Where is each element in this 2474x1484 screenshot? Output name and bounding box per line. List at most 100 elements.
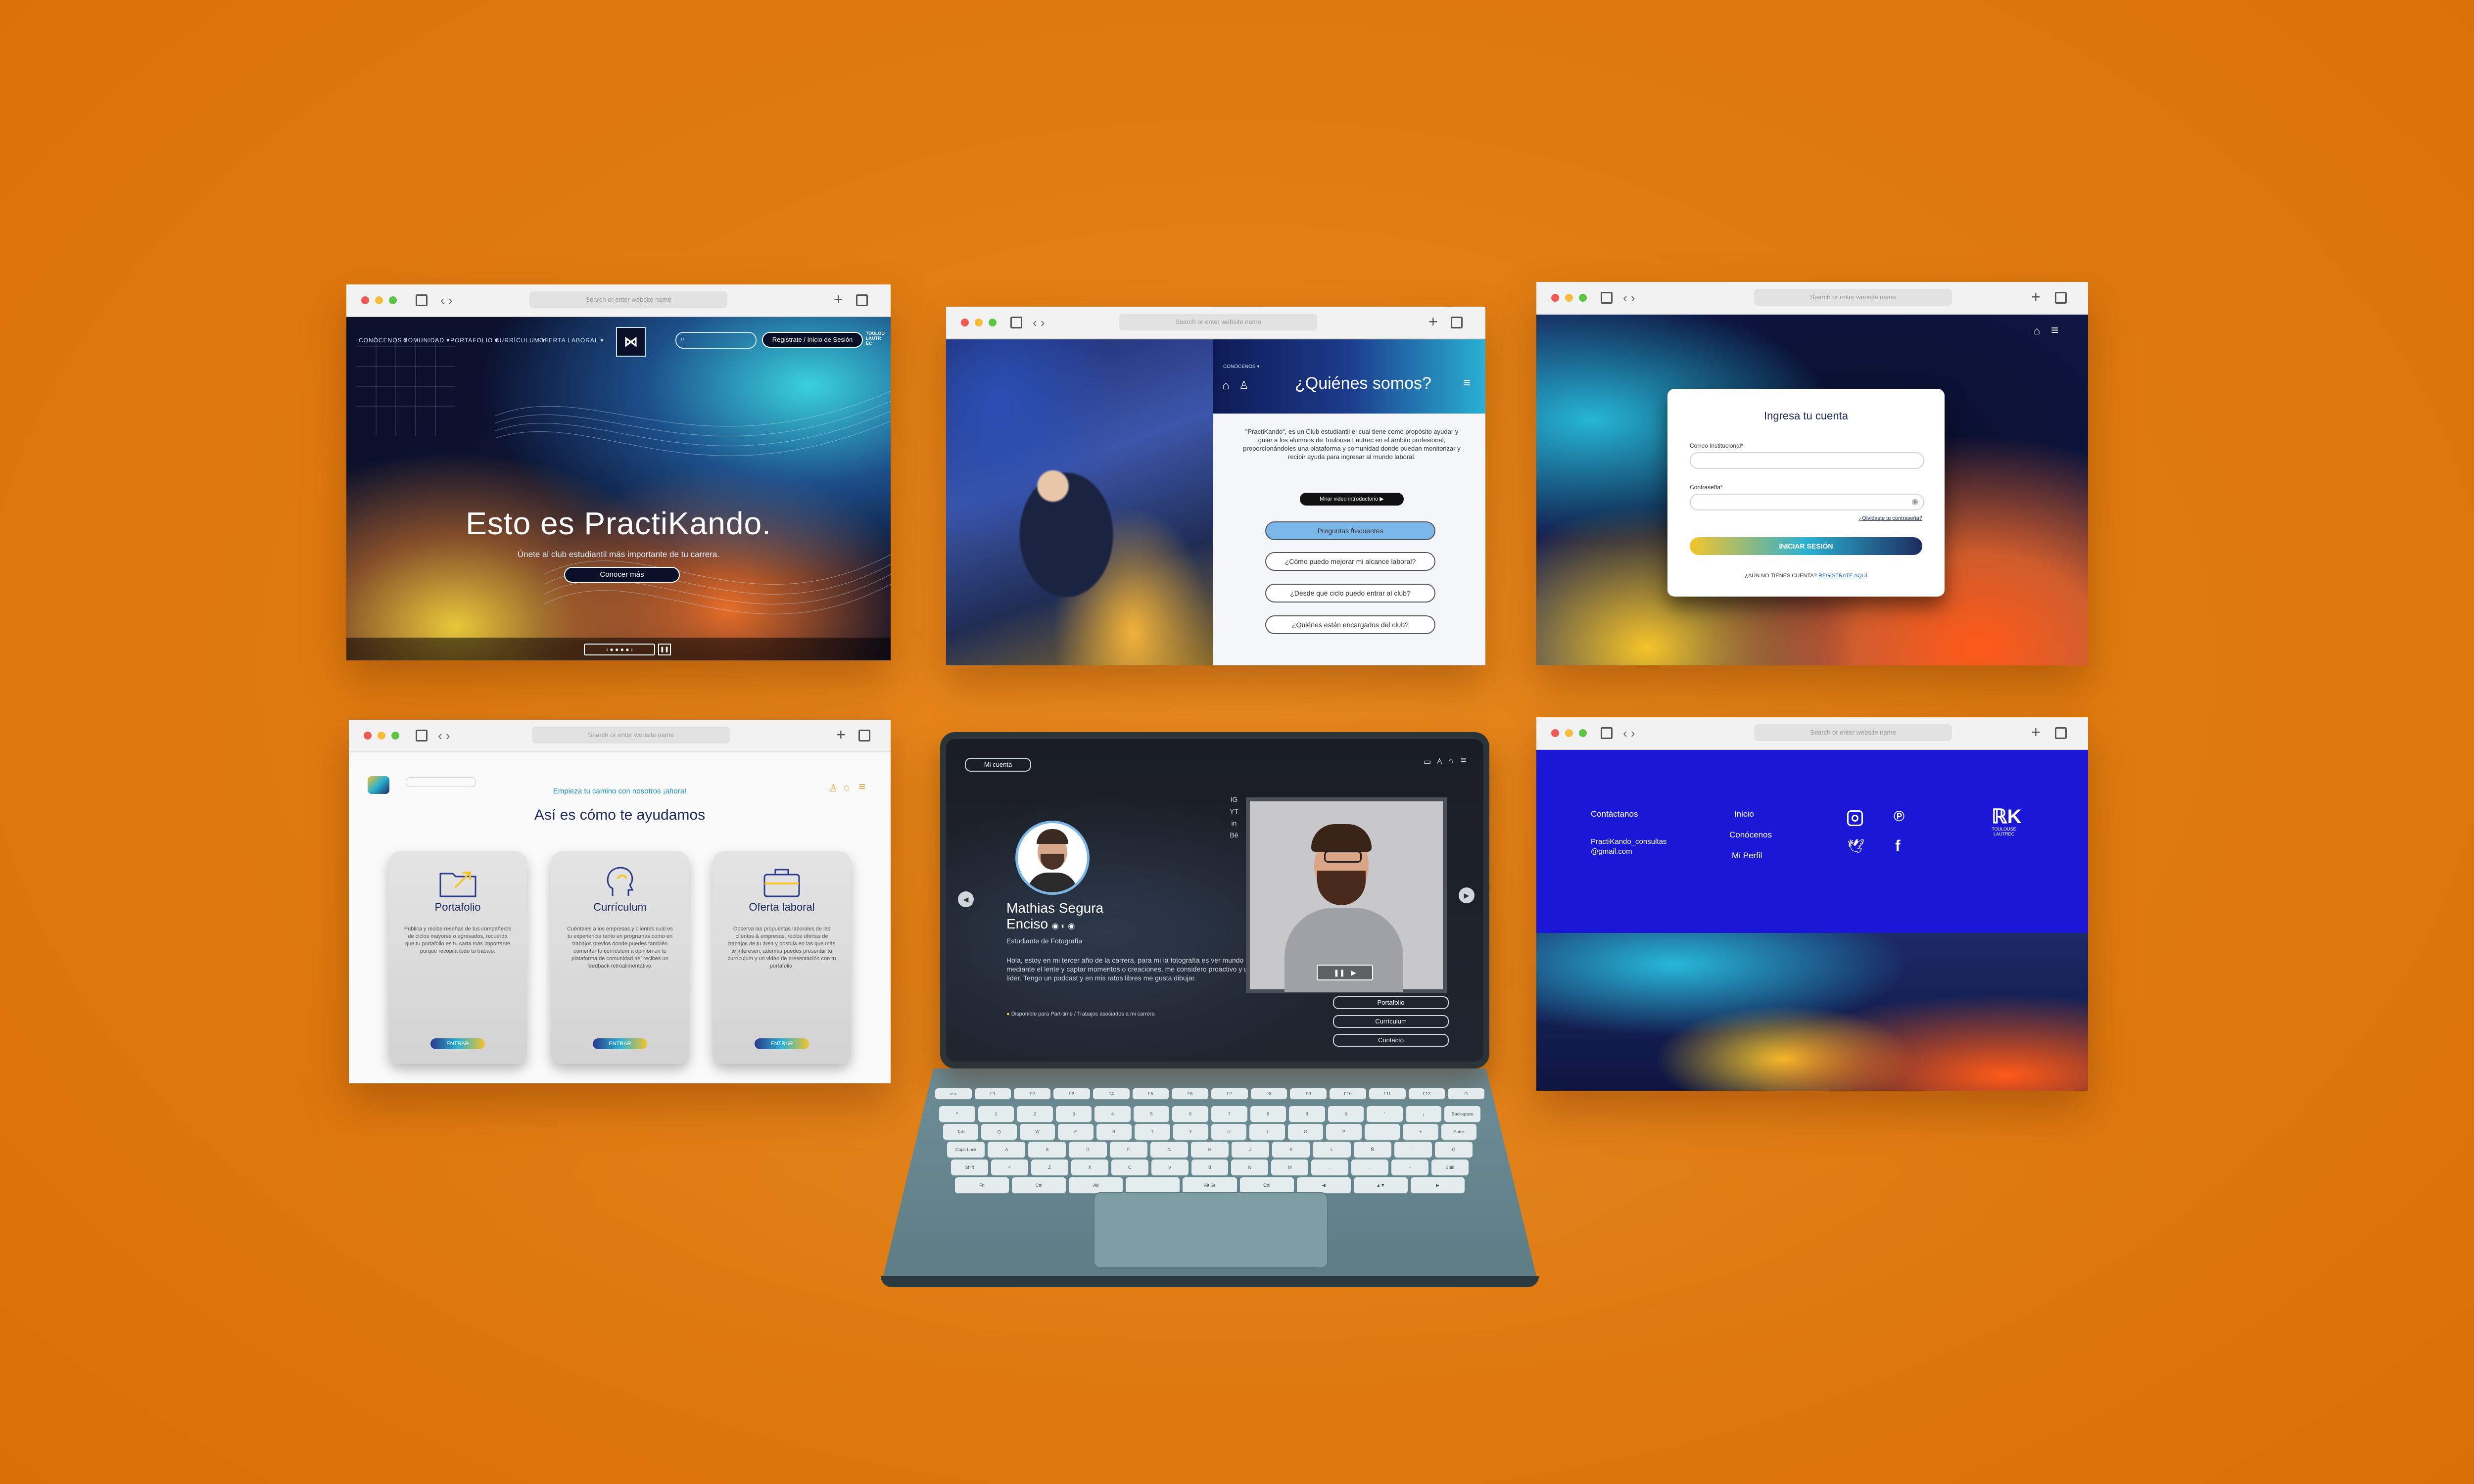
- sidebar-icon[interactable]: [416, 730, 428, 742]
- keyboard-key[interactable]: -: [1391, 1159, 1429, 1175]
- play-icon[interactable]: ▶: [1351, 969, 1356, 976]
- keyboard-key[interactable]: 6: [1172, 1106, 1208, 1122]
- keyboard-key[interactable]: E: [1058, 1124, 1094, 1140]
- keyboard-key[interactable]: F5: [1132, 1088, 1169, 1099]
- address-bar[interactable]: Search or enter website name: [529, 291, 727, 308]
- keyboard-key[interactable]: G: [1150, 1142, 1188, 1158]
- back-forward-icon[interactable]: ‹ ›: [438, 729, 450, 742]
- footer-link-mi-perfil[interactable]: Mi Perfil: [1732, 851, 1762, 861]
- tabs-overview-icon[interactable]: [2055, 727, 2067, 739]
- sidebar-icon[interactable]: [1601, 292, 1613, 304]
- keyboard-key[interactable]: 1: [978, 1106, 1014, 1122]
- keyboard-key[interactable]: D: [1069, 1142, 1107, 1158]
- keyboard-key[interactable]: Fn: [955, 1177, 1009, 1193]
- user-icon[interactable]: ♙: [829, 782, 838, 794]
- tabs-overview-icon[interactable]: [2055, 292, 2067, 304]
- facebook-icon[interactable]: f: [1895, 837, 1901, 855]
- keyboard-key[interactable]: Backspace: [1444, 1106, 1480, 1122]
- service-card-portafolio[interactable]: Portafolio Publica y recibe reseñas de t…: [388, 851, 527, 1064]
- instagram-icon[interactable]: [1847, 810, 1863, 826]
- youtube-icon[interactable]: YT: [1228, 805, 1240, 817]
- window-controls[interactable]: [361, 296, 397, 304]
- keyboard-key[interactable]: R: [1096, 1124, 1132, 1140]
- faq-item[interactable]: ¿Cómo puedo mejorar mi alcance laboral?: [1265, 552, 1435, 571]
- sidebar-icon[interactable]: [1601, 727, 1613, 739]
- keyboard-key[interactable]: Ç: [1434, 1142, 1473, 1158]
- menu-icon[interactable]: ≡: [858, 780, 865, 794]
- keyboard-key[interactable]: V: [1151, 1159, 1189, 1175]
- keyboard-key[interactable]: T: [1135, 1124, 1170, 1140]
- keyboard-key[interactable]: ◀: [1296, 1177, 1351, 1193]
- search-input[interactable]: [406, 777, 476, 787]
- home-icon[interactable]: ⌂: [1222, 379, 1230, 393]
- home-icon[interactable]: ⌂: [844, 782, 850, 793]
- keyboard-key[interactable]: Alt Gr: [1183, 1177, 1237, 1193]
- keyboard-key[interactable]: F7: [1211, 1088, 1248, 1099]
- profile-link-contacto[interactable]: Contacto: [1333, 1034, 1449, 1047]
- twitter-icon[interactable]: 🕊: [1847, 838, 1865, 854]
- enter-button[interactable]: ENTRAR: [755, 1038, 809, 1049]
- tabs-overview-icon[interactable]: [1451, 317, 1463, 328]
- home-icon[interactable]: ⌂: [2034, 325, 2040, 337]
- keyboard-key[interactable]: Tab: [943, 1124, 979, 1140]
- pinterest-icon[interactable]: ℗: [1894, 808, 1904, 825]
- keyboard-key[interactable]: Shift: [1431, 1159, 1469, 1175]
- keyboard-key[interactable]: 2: [1017, 1106, 1053, 1122]
- window-controls[interactable]: [1551, 729, 1587, 737]
- keyboard-key[interactable]: F8: [1250, 1088, 1287, 1099]
- address-bar[interactable]: Search or enter website name: [532, 727, 730, 743]
- keyboard-key[interactable]: 9: [1289, 1106, 1325, 1122]
- instagram-icon[interactable]: IG: [1228, 793, 1240, 805]
- tabs-overview-icon[interactable]: [856, 294, 868, 306]
- user-icon[interactable]: ♙: [1436, 757, 1443, 767]
- learn-more-button[interactable]: Conocer más: [564, 567, 680, 583]
- touchpad[interactable]: [1094, 1192, 1328, 1268]
- profile-link-curriculum[interactable]: Currículum: [1333, 1015, 1449, 1028]
- keyboard-key[interactable]: C: [1111, 1159, 1148, 1175]
- nav-conocenos[interactable]: CONÓCENOS ▾: [359, 337, 408, 344]
- keyboard-key[interactable]: A: [988, 1142, 1026, 1158]
- keyboard-key[interactable]: ⏻: [1448, 1088, 1484, 1099]
- keyboard-key[interactable]: N: [1231, 1159, 1269, 1175]
- keyboard-key[interactable]: X: [1071, 1159, 1108, 1175]
- new-tab-icon[interactable]: +: [834, 291, 843, 307]
- keyboard-key[interactable]: º: [939, 1106, 975, 1122]
- keyboard-key[interactable]: F10: [1330, 1088, 1366, 1099]
- window-controls[interactable]: [1551, 294, 1587, 302]
- nav-portafolio[interactable]: PORTAFOLIO ▾: [450, 337, 499, 344]
- play-pause-icon[interactable]: ❚❚: [1333, 969, 1345, 976]
- contact-email[interactable]: PractiKando_consultas @gmail.com: [1591, 837, 1690, 857]
- user-icon[interactable]: ♙: [1239, 379, 1249, 392]
- enter-button[interactable]: ENTRAR: [593, 1038, 647, 1049]
- carousel-next-icon[interactable]: ▶: [1459, 887, 1475, 903]
- keyboard-key[interactable]: 5: [1133, 1106, 1170, 1122]
- new-tab-icon[interactable]: +: [836, 727, 846, 742]
- address-bar[interactable]: Search or enter website name: [1754, 724, 1952, 741]
- tabs-overview-icon[interactable]: [858, 730, 870, 742]
- chat-icon[interactable]: ▭: [1424, 757, 1431, 767]
- keyboard-key[interactable]: P: [1326, 1124, 1362, 1140]
- faq-item[interactable]: ¿Desde que ciclo puedo entrar al club?: [1265, 584, 1435, 603]
- nav-comunidad[interactable]: COMUNIDAD ▾: [403, 337, 450, 344]
- keyboard-key[interactable]: ,: [1311, 1159, 1349, 1175]
- new-tab-icon[interactable]: +: [2031, 724, 2041, 740]
- new-tab-icon[interactable]: +: [2031, 289, 2041, 305]
- faq-item[interactable]: ¿Quiénes están encargados del club?: [1265, 615, 1435, 634]
- address-bar[interactable]: Search or enter website name: [1754, 289, 1952, 306]
- new-tab-icon[interactable]: +: [1428, 314, 1438, 329]
- keyboard-key[interactable]: 4: [1094, 1106, 1131, 1122]
- back-forward-icon[interactable]: ‹ ›: [440, 293, 453, 307]
- keyboard-key[interactable]: F: [1109, 1142, 1147, 1158]
- sidebar-icon[interactable]: [416, 294, 428, 306]
- keyboard-key[interactable]: `: [1364, 1124, 1400, 1140]
- keyboard-key[interactable]: ´: [1394, 1142, 1432, 1158]
- keyboard-key[interactable]: esc: [935, 1088, 972, 1099]
- back-forward-icon[interactable]: ‹ ›: [1033, 316, 1045, 329]
- keyboard-key[interactable]: Q: [981, 1124, 1017, 1140]
- keyboard-key[interactable]: F1: [974, 1088, 1011, 1099]
- window-controls[interactable]: [364, 732, 399, 740]
- address-bar[interactable]: Search or enter website name: [1119, 314, 1317, 330]
- service-card-oferta-laboral[interactable]: Oferta laboral Observa las propuestas la…: [713, 851, 851, 1064]
- footer-link-conocenos[interactable]: Conócenos: [1729, 830, 1772, 840]
- faq-title-button[interactable]: Preguntas frecuentes: [1265, 521, 1435, 540]
